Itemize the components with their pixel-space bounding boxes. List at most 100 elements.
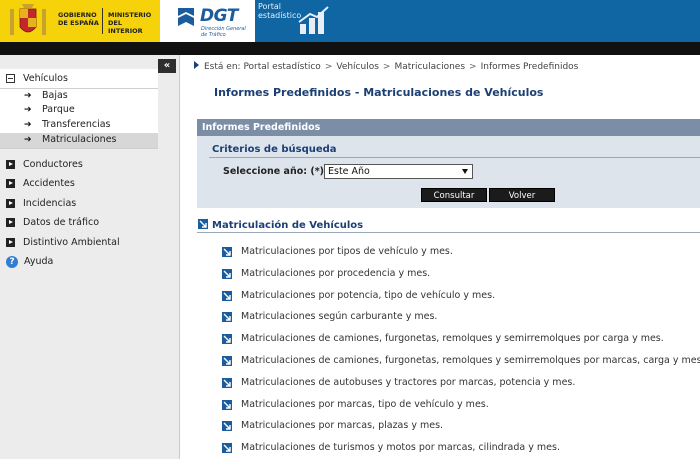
chevron-down-icon xyxy=(462,169,468,174)
sidebar-item-label: Incidencias xyxy=(23,197,77,209)
report-link[interactable]: Matriculaciones por marcas, tipo de vehí… xyxy=(222,399,700,421)
logo-divider xyxy=(102,8,103,34)
collapse-sidebar-button[interactable]: « xyxy=(158,59,176,73)
sidebar-item-label: Vehículos xyxy=(23,73,68,84)
arrow-link-icon xyxy=(222,443,232,454)
expand-icon xyxy=(6,159,15,169)
breadcrumb-prefix: Está en: xyxy=(204,62,241,72)
sidebar-item-incidencias[interactable]: Incidencias xyxy=(0,194,158,214)
report-link-label: Matriculaciones de autobuses y tractores… xyxy=(241,376,576,388)
report-link-label: Matriculaciones de camiones, furgonetas,… xyxy=(241,333,664,345)
dgt-mark-icon xyxy=(178,8,194,26)
arrow-link-icon xyxy=(222,247,232,257)
report-link-label: Matriculaciones por potencia, tipo de ve… xyxy=(241,289,496,301)
expand-icon xyxy=(6,237,15,247)
header-strip xyxy=(0,42,700,55)
sidebar-item-label: Datos de tráfico xyxy=(23,217,100,229)
breadcrumb-current: Informes Predefinidos xyxy=(480,62,579,72)
arrow-right-icon: ➔ xyxy=(24,134,32,145)
arrow-right-icon: ➔ xyxy=(24,120,32,131)
breadcrumb-separator: > xyxy=(469,62,477,72)
report-link-label: Matriculaciones por marcas, plazas y mes… xyxy=(241,420,444,432)
arrow-right-icon: ➔ xyxy=(24,105,32,116)
report-link[interactable]: Matriculaciones de autobuses y tractores… xyxy=(222,377,700,399)
report-link[interactable]: Matriculaciones por tipos de vehículo y … xyxy=(222,246,700,268)
breadcrumb-arrow-icon xyxy=(194,61,199,69)
section-title-text: Matriculación de Vehículos xyxy=(212,220,364,231)
report-link-label: Matriculaciones por marcas, tipo de vehí… xyxy=(241,398,489,410)
sidebar-subitem-label: Parque xyxy=(42,104,75,116)
sidebar-item-vehiculos[interactable]: Vehículos xyxy=(0,69,158,89)
criteria-title: Criterios de búsqueda xyxy=(212,144,337,155)
sidebar-subitem-parque[interactable]: ➔ Parque xyxy=(0,103,158,118)
breadcrumb: Está en: Portal estadístico > Vehículos > Ma… xyxy=(194,61,578,72)
portal-title: Portal estadístico xyxy=(258,2,302,20)
arrow-link-icon xyxy=(222,312,232,323)
breadcrumb-link-portal[interactable]: Portal estadístico xyxy=(243,62,320,72)
sidebar-subitem-label: Matriculaciones xyxy=(42,133,117,145)
report-link[interactable]: Matriculaciones por marcas, plazas y mes… xyxy=(222,420,700,442)
sidebar-item-accidentes[interactable]: Accidentes xyxy=(0,174,158,194)
collapse-icon xyxy=(6,74,15,83)
breadcrumb-link-vehiculos[interactable]: Vehículos xyxy=(336,62,379,72)
sidebar-item-label: Accidentes xyxy=(23,178,75,190)
sidebar-subitem-label: Bajas xyxy=(42,89,68,101)
report-link-label: Matriculaciones según carburante y mes. xyxy=(241,311,438,323)
year-select-value: Este Año xyxy=(328,166,370,177)
site-header: GOBIERNO DE ESPAÑA MINISTERIO DEL INTERI… xyxy=(0,0,700,42)
sidebar-item-datos-trafico[interactable]: Datos de tráfico xyxy=(0,213,158,233)
breadcrumb-link-matriculaciones[interactable]: Matriculaciones xyxy=(394,62,465,72)
sidebar: « Vehículos ➔ Bajas ➔ Parque ➔ Transfere… xyxy=(0,55,180,459)
section-divider xyxy=(197,232,700,233)
chart-icon xyxy=(298,6,329,34)
report-link-label: Matriculaciones por procedencia y mes. xyxy=(241,267,431,279)
sidebar-subitem-bajas[interactable]: ➔ Bajas xyxy=(0,89,158,104)
report-link[interactable]: Matriculaciones según carburante y mes. xyxy=(222,311,700,333)
report-link-label: Matriculaciones de turismos y motos por … xyxy=(241,442,560,454)
year-select[interactable]: Este Año xyxy=(324,164,473,179)
breadcrumb-separator: > xyxy=(382,62,391,72)
coat-of-arms-icon xyxy=(10,4,46,35)
sidebar-item-label: Distintivo Ambiental xyxy=(23,236,120,248)
reports-list: Matriculaciones por tipos de vehículo y … xyxy=(222,246,700,459)
sidebar-item-label: Ayuda xyxy=(24,256,54,268)
report-link-label: Matriculaciones de camiones, furgonetas,… xyxy=(241,354,700,366)
section-title: Matriculación de Vehículos xyxy=(198,219,363,231)
year-label: Seleccione año: (*) xyxy=(223,166,325,177)
report-link[interactable]: Matriculaciones de camiones, furgonetas,… xyxy=(222,355,700,377)
sidebar-subitem-transferencias[interactable]: ➔ Transferencias xyxy=(0,118,158,133)
consultar-button[interactable]: Consultar xyxy=(421,188,487,202)
arrow-link-icon xyxy=(222,290,232,301)
sidebar-subitem-matriculaciones[interactable]: ➔ Matriculaciones xyxy=(0,132,158,148)
sidebar-item-label: Conductores xyxy=(23,158,83,170)
expand-icon xyxy=(6,218,15,228)
sidebar-subitem-label: Transferencias xyxy=(42,119,111,131)
sidebar-menu: Vehículos ➔ Bajas ➔ Parque ➔ Transferenc… xyxy=(0,69,158,272)
arrow-link-icon xyxy=(222,377,232,388)
report-link[interactable]: Matriculaciones por potencia, tipo de ve… xyxy=(222,290,700,312)
criteria-divider xyxy=(209,157,700,158)
panel-header: Informes Predefinidos xyxy=(197,119,700,136)
volver-button[interactable]: Volver xyxy=(489,188,555,202)
vehiculos-submenu: ➔ Bajas ➔ Parque ➔ Transferencias ➔ Matr… xyxy=(0,88,158,149)
arrow-link-icon xyxy=(222,334,232,345)
search-panel: Informes Predefinidos Criterios de búsqu… xyxy=(197,119,700,208)
main-content: Está en: Portal estadístico > Vehículos > Ma… xyxy=(181,55,700,459)
report-link[interactable]: Matriculaciones por procedencia y mes. xyxy=(222,268,700,290)
ministerio-text: MINISTERIO DEL INTERIOR xyxy=(108,11,152,35)
sidebar-item-conductores[interactable]: Conductores xyxy=(0,155,158,175)
breadcrumb-separator: > xyxy=(324,62,333,72)
arrow-link-icon xyxy=(222,399,232,410)
expand-icon xyxy=(6,179,15,189)
sidebar-item-distintivo-ambiental[interactable]: Distintivo Ambiental xyxy=(0,233,158,253)
sidebar-item-ayuda[interactable]: ? Ayuda xyxy=(0,252,158,272)
dgt-subtitle: Dirección General de Tráfico xyxy=(201,26,246,38)
arrow-link-icon xyxy=(198,219,208,229)
gobierno-logo[interactable]: GOBIERNO DE ESPAÑA MINISTERIO DEL INTERI… xyxy=(0,0,160,42)
arrow-right-icon: ➔ xyxy=(24,90,32,101)
report-link[interactable]: Matriculaciones de turismos y motos por … xyxy=(222,442,700,459)
dgt-logo[interactable]: DGT Dirección General de Tráfico xyxy=(160,0,255,42)
report-link-label: Matriculaciones por tipos de vehículo y … xyxy=(241,246,453,257)
report-link[interactable]: Matriculaciones de camiones, furgonetas,… xyxy=(222,333,700,355)
arrow-link-icon xyxy=(222,421,232,432)
